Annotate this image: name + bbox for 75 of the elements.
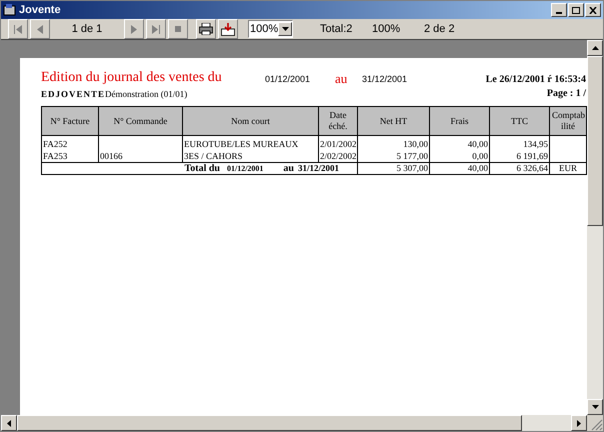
report-title: Edition du journal des ventes du <box>41 69 223 87</box>
close-button[interactable] <box>585 3 601 17</box>
total-fees: 40,00 <box>430 162 490 174</box>
table-cell: FA253 <box>42 150 98 162</box>
close-icon <box>589 6 597 14</box>
table-cell: FA252 <box>42 136 98 150</box>
printer-icon <box>199 23 213 35</box>
window-title: Jovente <box>19 2 61 18</box>
scroll-down-button[interactable] <box>587 399 603 415</box>
left-arrow-icon <box>7 420 11 426</box>
up-arrow-icon <box>592 46 598 50</box>
table-cell: 2/02/2002 <box>318 150 358 162</box>
stop-button[interactable] <box>168 19 188 39</box>
resize-grip-icon[interactable] <box>591 419 603 431</box>
total-ttc: 6 326,64 <box>490 162 550 174</box>
scroll-right-button[interactable] <box>571 415 587 431</box>
company-name: Démonstration (01/01) <box>105 88 188 101</box>
date-to: 31/12/2001 <box>362 72 408 86</box>
maximize-button[interactable] <box>568 3 584 17</box>
total-net: 5 307,00 <box>358 162 430 174</box>
scroll-left-button[interactable] <box>1 415 17 431</box>
previous-icon <box>36 24 44 34</box>
minimize-button[interactable] <box>551 3 567 17</box>
stop-icon <box>174 24 182 34</box>
page-number: Page : 1 / <box>546 87 586 101</box>
print-timestamp: Le 26/12/2001 ŕ 16:53:4 <box>486 73 586 87</box>
table-cell: 2/01/2002 <box>318 136 358 150</box>
right-arrow-icon <box>577 420 581 426</box>
total-label: Total du <box>184 163 220 174</box>
column-header: Date éché. <box>328 110 348 131</box>
column-header: Nom court <box>231 116 270 126</box>
export-icon <box>221 22 235 36</box>
date-from: 01/12/2001 <box>265 72 312 86</box>
app-icon <box>3 3 17 17</box>
page-count: 2 de 2 <box>424 22 455 37</box>
total-date-to: 31/12/2001 <box>298 163 339 173</box>
table-cell: 130,00 <box>358 136 430 150</box>
next-page-button[interactable] <box>124 19 144 39</box>
next-icon <box>130 24 138 34</box>
total-to-word: au <box>283 163 294 174</box>
previous-page-button[interactable] <box>30 19 50 39</box>
column-header: Frais <box>450 116 468 126</box>
table-cell: 40,00 <box>430 136 490 150</box>
scroll-thumb[interactable] <box>587 56 603 226</box>
maximize-icon <box>572 6 580 14</box>
last-page-button[interactable] <box>146 19 166 39</box>
zoom-dropdown[interactable]: 100% <box>248 20 293 38</box>
table-cell: 134,95 <box>490 136 550 150</box>
print-button[interactable] <box>196 19 216 39</box>
column-header: Comptab ilité <box>552 110 585 131</box>
first-page-button[interactable] <box>8 19 28 39</box>
table-cell: 0,00 <box>430 150 490 162</box>
page-indicator: 1 de 1 <box>70 22 104 37</box>
zoom-readout: 100% <box>372 22 402 37</box>
column-header: N° Commande <box>114 116 168 126</box>
report-code: EDJOVENTE <box>41 88 105 100</box>
table-cell: 3ES / CAHORS <box>182 150 318 162</box>
table-cell: 6 191,69 <box>490 150 550 162</box>
table-cell: 5 177,00 <box>358 150 430 162</box>
table-cell: 00166 <box>98 150 182 162</box>
last-page-icon <box>152 24 160 34</box>
column-header: Net HT <box>380 116 408 126</box>
scroll-up-button[interactable] <box>587 40 603 56</box>
first-page-icon <box>14 24 22 34</box>
total-currency: EUR <box>550 162 586 174</box>
table-cell: EUROTUBE/LES MUREAUX <box>182 136 318 150</box>
vertical-scrollbar[interactable] <box>587 40 603 415</box>
column-header: TTC <box>511 116 528 126</box>
dropdown-caret-icon <box>282 27 289 31</box>
total-date-from: 01/12/2001 <box>226 164 264 173</box>
column-header: N° Facture <box>50 116 90 126</box>
export-button[interactable] <box>218 19 238 39</box>
to-word: au <box>335 70 348 88</box>
total-count: Total:2 <box>320 22 354 37</box>
down-arrow-icon <box>592 405 598 409</box>
